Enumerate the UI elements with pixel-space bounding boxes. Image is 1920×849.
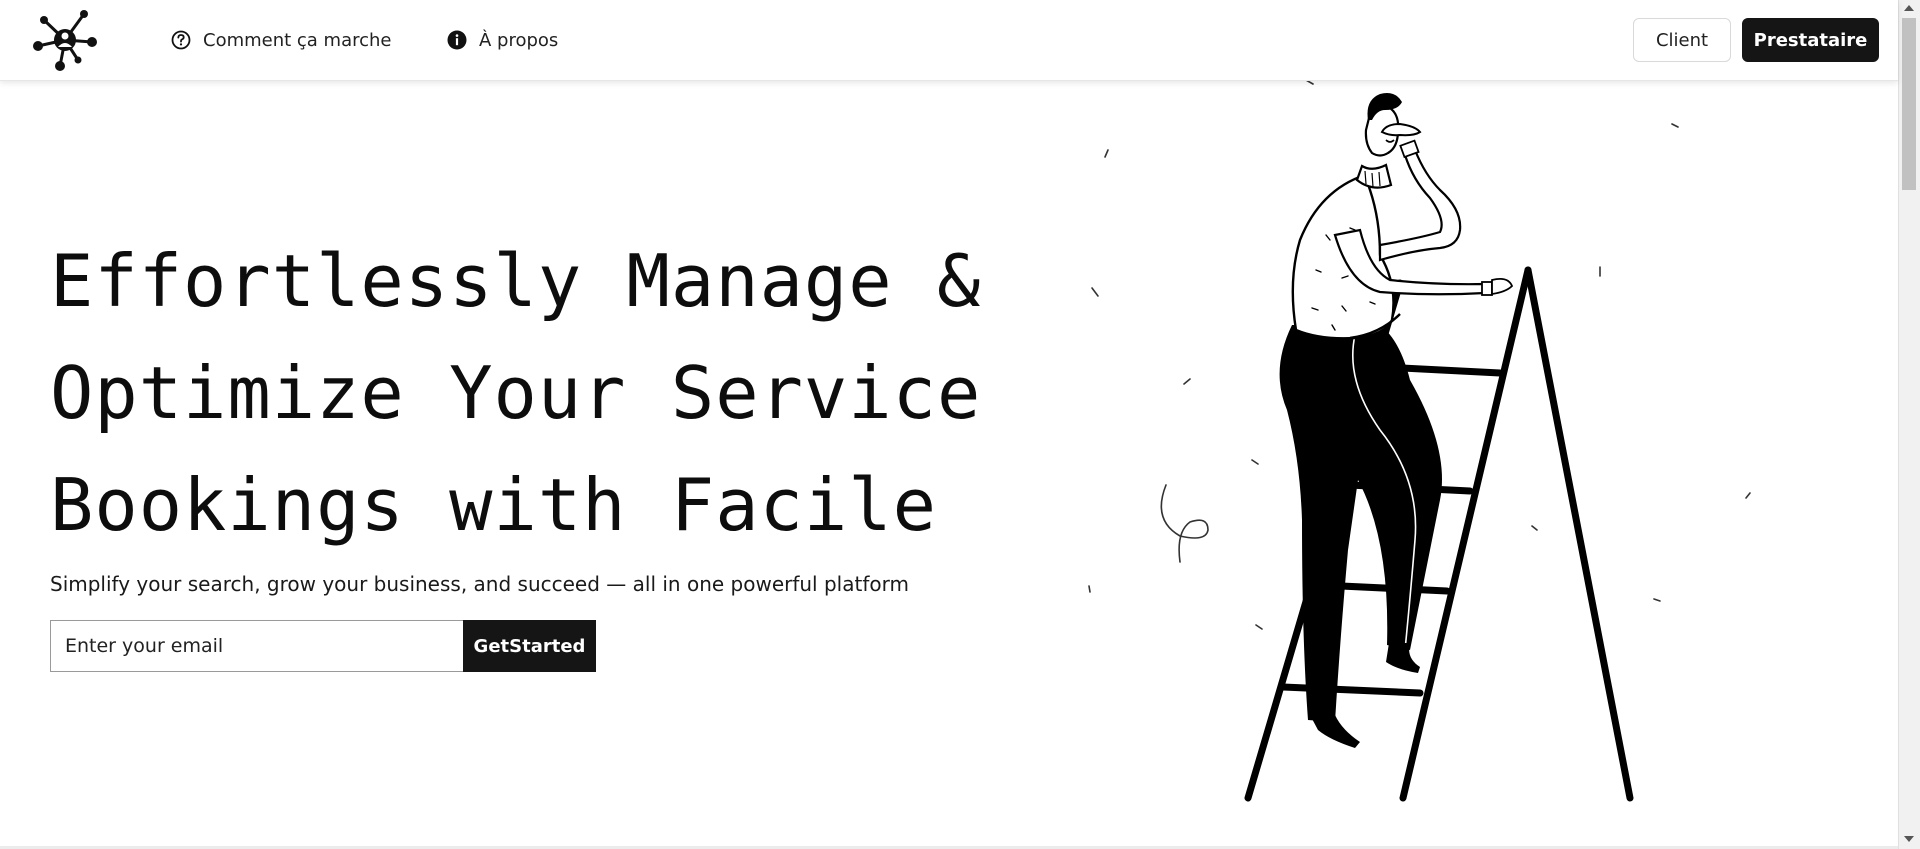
- email-signup-form: GetStarted: [50, 620, 596, 672]
- page: Comment ça marche À propos Client Presta…: [0, 0, 1920, 849]
- scroll-up-icon[interactable]: [1904, 5, 1914, 11]
- hero-title: Effortlessly Manage & Optimize Your Serv…: [50, 225, 1050, 561]
- nav-about-label: À propos: [479, 29, 559, 51]
- nav-about[interactable]: À propos: [447, 24, 558, 56]
- scrollbar-thumb[interactable]: [1902, 18, 1916, 190]
- top-navbar: Comment ça marche À propos Client Presta…: [0, 0, 1898, 81]
- nav-how-it-works-label: Comment ça marche: [203, 29, 392, 51]
- hero-title-line: Effortlessly Manage &: [50, 239, 982, 323]
- client-button[interactable]: Client: [1633, 18, 1731, 62]
- email-field[interactable]: [50, 620, 463, 672]
- hero-title-line: Bookings with Facile: [50, 463, 937, 547]
- prestataire-button[interactable]: Prestataire: [1742, 18, 1879, 62]
- question-circle-icon: [171, 30, 191, 50]
- man-on-ladder-illustration: [1088, 80, 1751, 802]
- get-started-button[interactable]: GetStarted: [463, 620, 596, 672]
- network-people-icon[interactable]: [32, 8, 98, 72]
- hero-title-line: Optimize Your Service: [50, 351, 982, 435]
- vertical-scrollbar[interactable]: [1898, 0, 1920, 849]
- info-circle-icon: [447, 30, 467, 50]
- scroll-down-icon[interactable]: [1904, 836, 1914, 842]
- nav-how-it-works[interactable]: Comment ça marche: [171, 24, 392, 56]
- hero-subtitle: Simplify your search, grow your business…: [50, 572, 909, 596]
